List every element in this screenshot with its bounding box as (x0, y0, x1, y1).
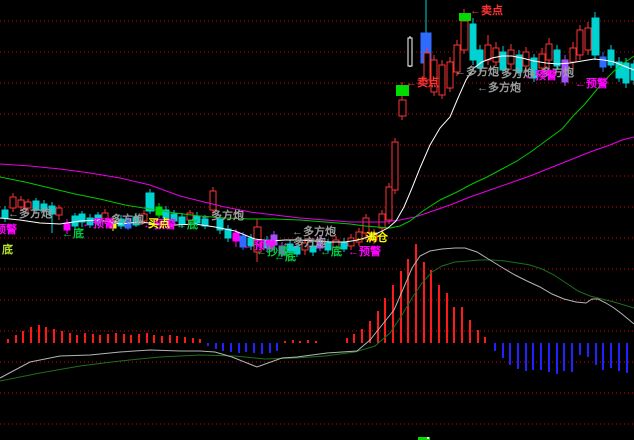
macd-sub-panel (0, 244, 634, 440)
candle (178, 213, 186, 228)
candle (507, 44, 515, 70)
candle (1, 206, 9, 222)
candle (446, 57, 454, 92)
candle (499, 46, 507, 74)
candle (362, 214, 370, 240)
candle (78, 211, 86, 227)
moving-average-lines (0, 55, 634, 243)
candle (453, 40, 461, 76)
candle (553, 45, 561, 70)
candle (32, 198, 40, 214)
candle (561, 55, 569, 86)
candle (145, 189, 155, 214)
candle (423, 48, 431, 84)
candle (430, 55, 438, 96)
candle (332, 236, 340, 250)
bottom-signal-dot (427, 437, 429, 439)
candle (599, 52, 607, 72)
candle (476, 45, 484, 72)
candle (286, 240, 294, 255)
sell-point-box (396, 85, 409, 96)
candle (201, 215, 209, 229)
candle (9, 193, 17, 212)
candle (117, 215, 125, 229)
candle (94, 212, 102, 226)
candle (347, 234, 355, 250)
candle (278, 242, 286, 257)
candle (109, 217, 117, 231)
candle (370, 229, 378, 244)
stock-chart-screen: ←多方炮←预警←底←预警←多方炮底←预警买点←底←多方炮←预警←抄底←底←多方炮… (0, 0, 634, 440)
candle (385, 183, 393, 224)
candle (132, 213, 140, 227)
price-chart-canvas[interactable] (0, 0, 634, 440)
candle (40, 200, 48, 216)
candle (293, 243, 301, 257)
dea-line (0, 259, 634, 382)
candle (253, 219, 262, 262)
candle (355, 228, 363, 246)
candle (492, 42, 500, 66)
candle (615, 57, 623, 82)
candle (576, 25, 584, 60)
candle (378, 210, 386, 232)
ma-magenta-line (0, 136, 634, 223)
candle (591, 12, 600, 60)
candle (569, 42, 577, 68)
candle (607, 45, 615, 68)
candle (530, 54, 538, 82)
sell-point-box (459, 13, 471, 21)
candle (17, 196, 25, 211)
candle (438, 60, 446, 99)
candle (515, 50, 523, 76)
candle (301, 239, 309, 255)
candle (209, 187, 217, 216)
candle (162, 206, 170, 221)
candle (407, 36, 413, 67)
candle (324, 239, 332, 253)
candle (270, 231, 278, 249)
candle (469, 18, 477, 65)
candle (340, 238, 348, 252)
candlestick-panel (1, 0, 634, 262)
candle (24, 199, 32, 213)
candle (63, 219, 71, 234)
candle (186, 210, 194, 224)
candle (316, 236, 324, 251)
candle (391, 138, 399, 194)
ma-white-line (0, 55, 634, 243)
candle (309, 242, 317, 256)
ma-green-line (0, 55, 634, 229)
candle (545, 38, 553, 80)
candle (224, 225, 232, 242)
candle (584, 22, 592, 55)
candle (48, 202, 56, 233)
candle (216, 216, 224, 234)
